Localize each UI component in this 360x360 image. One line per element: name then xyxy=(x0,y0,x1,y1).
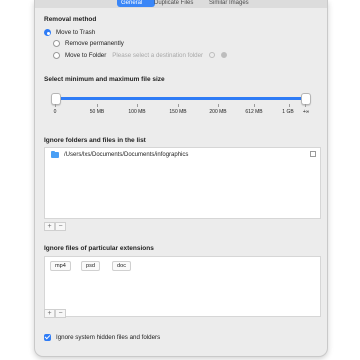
checkbox-label: Ignore system hidden files and folders xyxy=(56,333,161,341)
tab-similar-images[interactable]: Similar Images xyxy=(205,0,261,7)
tick-label: 0 xyxy=(53,109,57,115)
radio-button[interactable] xyxy=(53,51,60,59)
checkbox[interactable] xyxy=(44,333,51,341)
folder-path: /Users/lxs/Documents/Documents/infograph… xyxy=(64,152,189,158)
list-item[interactable]: /Users/lxs/Documents/Documents/infograph… xyxy=(45,148,320,162)
ignore-extensions-title: Ignore files of particular extensions xyxy=(44,245,154,252)
tick-mark xyxy=(97,104,98,107)
tick-mark xyxy=(218,104,219,107)
reveal-in-finder-icon[interactable] xyxy=(310,151,316,157)
min-size-handle[interactable] xyxy=(51,93,61,105)
add-extension-button[interactable]: + xyxy=(44,309,55,318)
radio-label: Move to Trash xyxy=(56,28,96,36)
size-range-track[interactable] xyxy=(55,97,305,100)
tab-bar: General Duplicate Files Similar Images xyxy=(35,0,327,8)
removal-method-title: Removal method xyxy=(44,16,97,23)
ignore-hidden-files-checkbox[interactable]: Ignore system hidden files and folders xyxy=(44,332,160,342)
remove-extension-button[interactable]: − xyxy=(55,309,66,318)
choose-folder-icon[interactable] xyxy=(221,52,228,58)
tick-mark xyxy=(55,104,56,107)
tick-label: 612 MB xyxy=(245,109,263,115)
ignore-folders-title: Ignore folders and files in the list xyxy=(44,137,146,144)
folder-list-controls: + − xyxy=(44,222,66,231)
remove-folder-button[interactable]: − xyxy=(55,222,66,231)
tick-mark xyxy=(137,104,138,107)
tick-mark xyxy=(305,104,306,107)
tick-label: 150 MB xyxy=(169,109,187,115)
radio-move-to-trash[interactable]: Move to Trash xyxy=(44,27,95,37)
radio-button[interactable] xyxy=(53,39,60,47)
extension-chip[interactable]: psd xyxy=(81,261,101,271)
radio-button[interactable] xyxy=(44,28,51,36)
tick-label: 200 MB xyxy=(209,109,227,115)
add-folder-button[interactable]: + xyxy=(44,222,55,231)
tick-label: 100 MB xyxy=(128,109,146,115)
extension-chip[interactable]: mp4 xyxy=(50,261,71,271)
ignore-folders-list[interactable]: /Users/lxs/Documents/Documents/infograph… xyxy=(44,147,321,219)
tick-mark xyxy=(178,104,179,107)
file-size-title: Select minimum and maximum file size xyxy=(44,76,165,83)
extensions-token-field[interactable]: mp4 psd doc xyxy=(44,256,321,317)
tick-mark xyxy=(254,104,255,107)
preferences-window: General Duplicate Files Similar Images R… xyxy=(34,0,328,357)
radio-move-to-folder[interactable]: Move to Folder Please select a destinati… xyxy=(53,50,228,60)
max-size-handle[interactable] xyxy=(301,93,311,105)
extension-list-controls: + − xyxy=(44,309,66,318)
tick-label: +∞ xyxy=(302,109,310,115)
clear-folder-icon[interactable] xyxy=(209,52,216,58)
radio-remove-permanently[interactable]: Remove permanently xyxy=(53,38,124,48)
extension-chip[interactable]: doc xyxy=(112,261,132,271)
tick-label: 50 MB xyxy=(89,109,105,115)
tick-mark xyxy=(289,104,290,107)
tick-label: 1 GB xyxy=(282,109,294,115)
tab-duplicate-files[interactable]: Duplicate Files xyxy=(150,0,210,7)
destination-folder-placeholder[interactable]: Please select a destination folder xyxy=(112,52,203,59)
radio-label: Remove permanently xyxy=(65,39,124,47)
folder-icon xyxy=(51,150,59,158)
radio-label: Move to Folder xyxy=(65,51,107,59)
